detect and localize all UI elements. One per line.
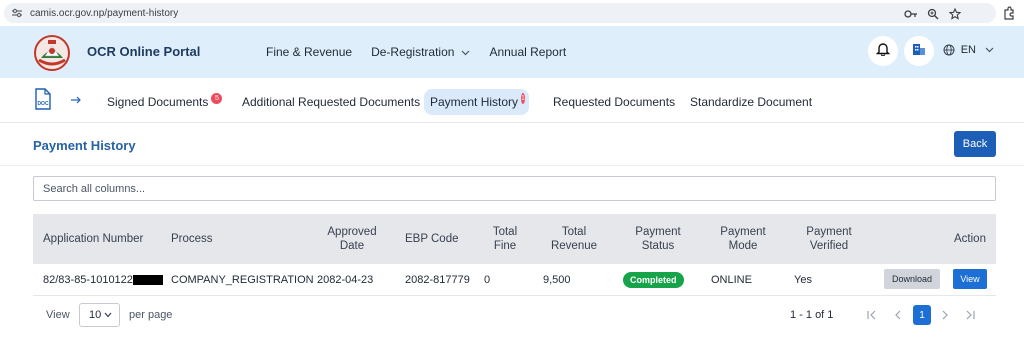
cell-ebp-code: 2082-817779 [405,274,470,286]
tab-standardize-document[interactable]: Standardize Document [684,89,818,115]
back-button[interactable]: Back [954,131,996,157]
cell-total-fine: 0 [484,274,491,286]
language-label: EN [960,44,976,56]
divider [0,165,1024,166]
chevron-down-icon [461,45,470,59]
tab-additional-requested-documents[interactable]: Additional Requested Documents [236,89,426,115]
address-bar[interactable]: camis.ocr.gov.np/payment-history [4,3,996,23]
cell-payment-verified: Yes [794,274,812,286]
extensions-icon[interactable] [1002,6,1016,20]
tab-label: Standardize Document [690,95,813,109]
tab-label: Additional Requested Documents [242,95,421,109]
column-header-payment-status[interactable]: Payment Status [630,225,686,253]
view-label: View [46,309,70,321]
status-badge: Completed [623,272,684,288]
cell-approved-date: 2082-04-23 [317,274,374,286]
cell-payment-mode: ONLINE [711,274,752,286]
cell-process: COMPANY_REGISTRATION [171,274,314,286]
page-title: Payment History [33,138,136,153]
nav-annual-report[interactable]: Annual Report [489,45,566,59]
top-nav: Fine & Revenue De-Registration Annual Re… [266,45,585,59]
download-button[interactable]: Download [884,269,940,289]
chevron-down-icon [104,312,112,318]
organization-button[interactable] [904,36,934,66]
page-button-current[interactable]: 1 [913,305,931,325]
last-page-icon[interactable] [960,305,980,325]
site-info-icon[interactable] [10,6,24,20]
column-header-action[interactable]: Action [954,232,986,246]
first-page-icon[interactable] [862,305,882,325]
column-header-total-fine[interactable]: Total Fine [487,225,523,253]
column-header-ebp-code[interactable]: EBP Code [405,232,459,246]
count-badge: 5 [211,92,223,104]
document-tabs-bar: DOC Signed Documents 5 Additional Reques… [0,78,1024,123]
previous-page-icon[interactable] [888,305,908,325]
language-selector[interactable]: EN [943,44,994,56]
column-header-total-revenue[interactable]: Total Revenue [546,225,602,253]
globe-icon [943,44,955,56]
column-header-process[interactable]: Process [171,232,213,246]
count-badge: 1 [521,92,525,104]
table-header: Application Number Process Approved Date… [33,214,996,264]
pagination-bar: View 10 per page 1 - 1 of 1 1 [0,303,1024,329]
app-header: OCR Online Portal Fine & Revenue De-Regi… [0,26,1024,78]
column-header-payment-mode[interactable]: Payment Mode [715,225,771,253]
building-icon [912,42,926,61]
application-number-text: 82/83-85-1010122 [43,274,133,286]
tab-label: Payment History [430,95,519,109]
tab-requested-documents[interactable]: Requested Documents [547,89,681,115]
nepal-emblem-logo[interactable] [33,34,71,72]
page-range: 1 - 1 of 1 [790,309,834,321]
bookmark-star-icon[interactable] [948,7,962,21]
cell-application-number: 82/83-85-1010122 [43,264,163,296]
tab-label: Signed Documents [107,95,209,109]
url-text[interactable]: camis.ocr.gov.np/payment-history [30,8,178,19]
arrow-right-icon [70,93,82,105]
tab-signed-documents[interactable]: Signed Documents 5 [101,89,228,115]
view-button[interactable]: View [953,269,987,289]
search-placeholder: Search all columns... [43,182,146,195]
cell-total-revenue: 9,500 [543,274,571,286]
page-size-select[interactable]: 10 [79,303,120,327]
tab-payment-history[interactable]: Payment History 1 [424,89,529,115]
notification-bell-button[interactable] [868,36,898,66]
table-row: 82/83-85-1010122 COMPANY_REGISTRATION 20… [33,264,996,296]
redaction-bar [132,275,163,285]
portal-title[interactable]: OCR Online Portal [87,44,200,59]
nav-label: De-Registration [371,45,455,59]
next-page-icon[interactable] [935,305,955,325]
nav-label: Fine & Revenue [266,45,353,59]
per-page-label: per page [129,309,173,321]
column-header-payment-verified[interactable]: Payment Verified [801,225,857,253]
document-icon[interactable]: DOC [34,88,52,110]
tab-label: Requested Documents [553,95,676,109]
column-header-approved-date[interactable]: Approved Date [323,225,381,253]
page-size-value: 10 [89,309,102,321]
zoom-icon[interactable] [926,7,940,21]
chevron-down-icon [985,47,994,53]
svg-text:DOC: DOC [37,101,49,107]
search-input[interactable]: Search all columns... [33,176,996,201]
nav-de-registration[interactable]: De-Registration [371,45,470,59]
browser-bar: camis.ocr.gov.np/payment-history [0,0,1024,26]
key-icon[interactable] [904,7,918,21]
cell-payment-status: Completed [623,264,684,296]
nav-fine-revenue[interactable]: Fine & Revenue [266,45,352,59]
bell-icon [875,41,891,61]
nav-label: Annual Report [489,45,567,59]
column-header-application-number[interactable]: Application Number [43,232,143,246]
